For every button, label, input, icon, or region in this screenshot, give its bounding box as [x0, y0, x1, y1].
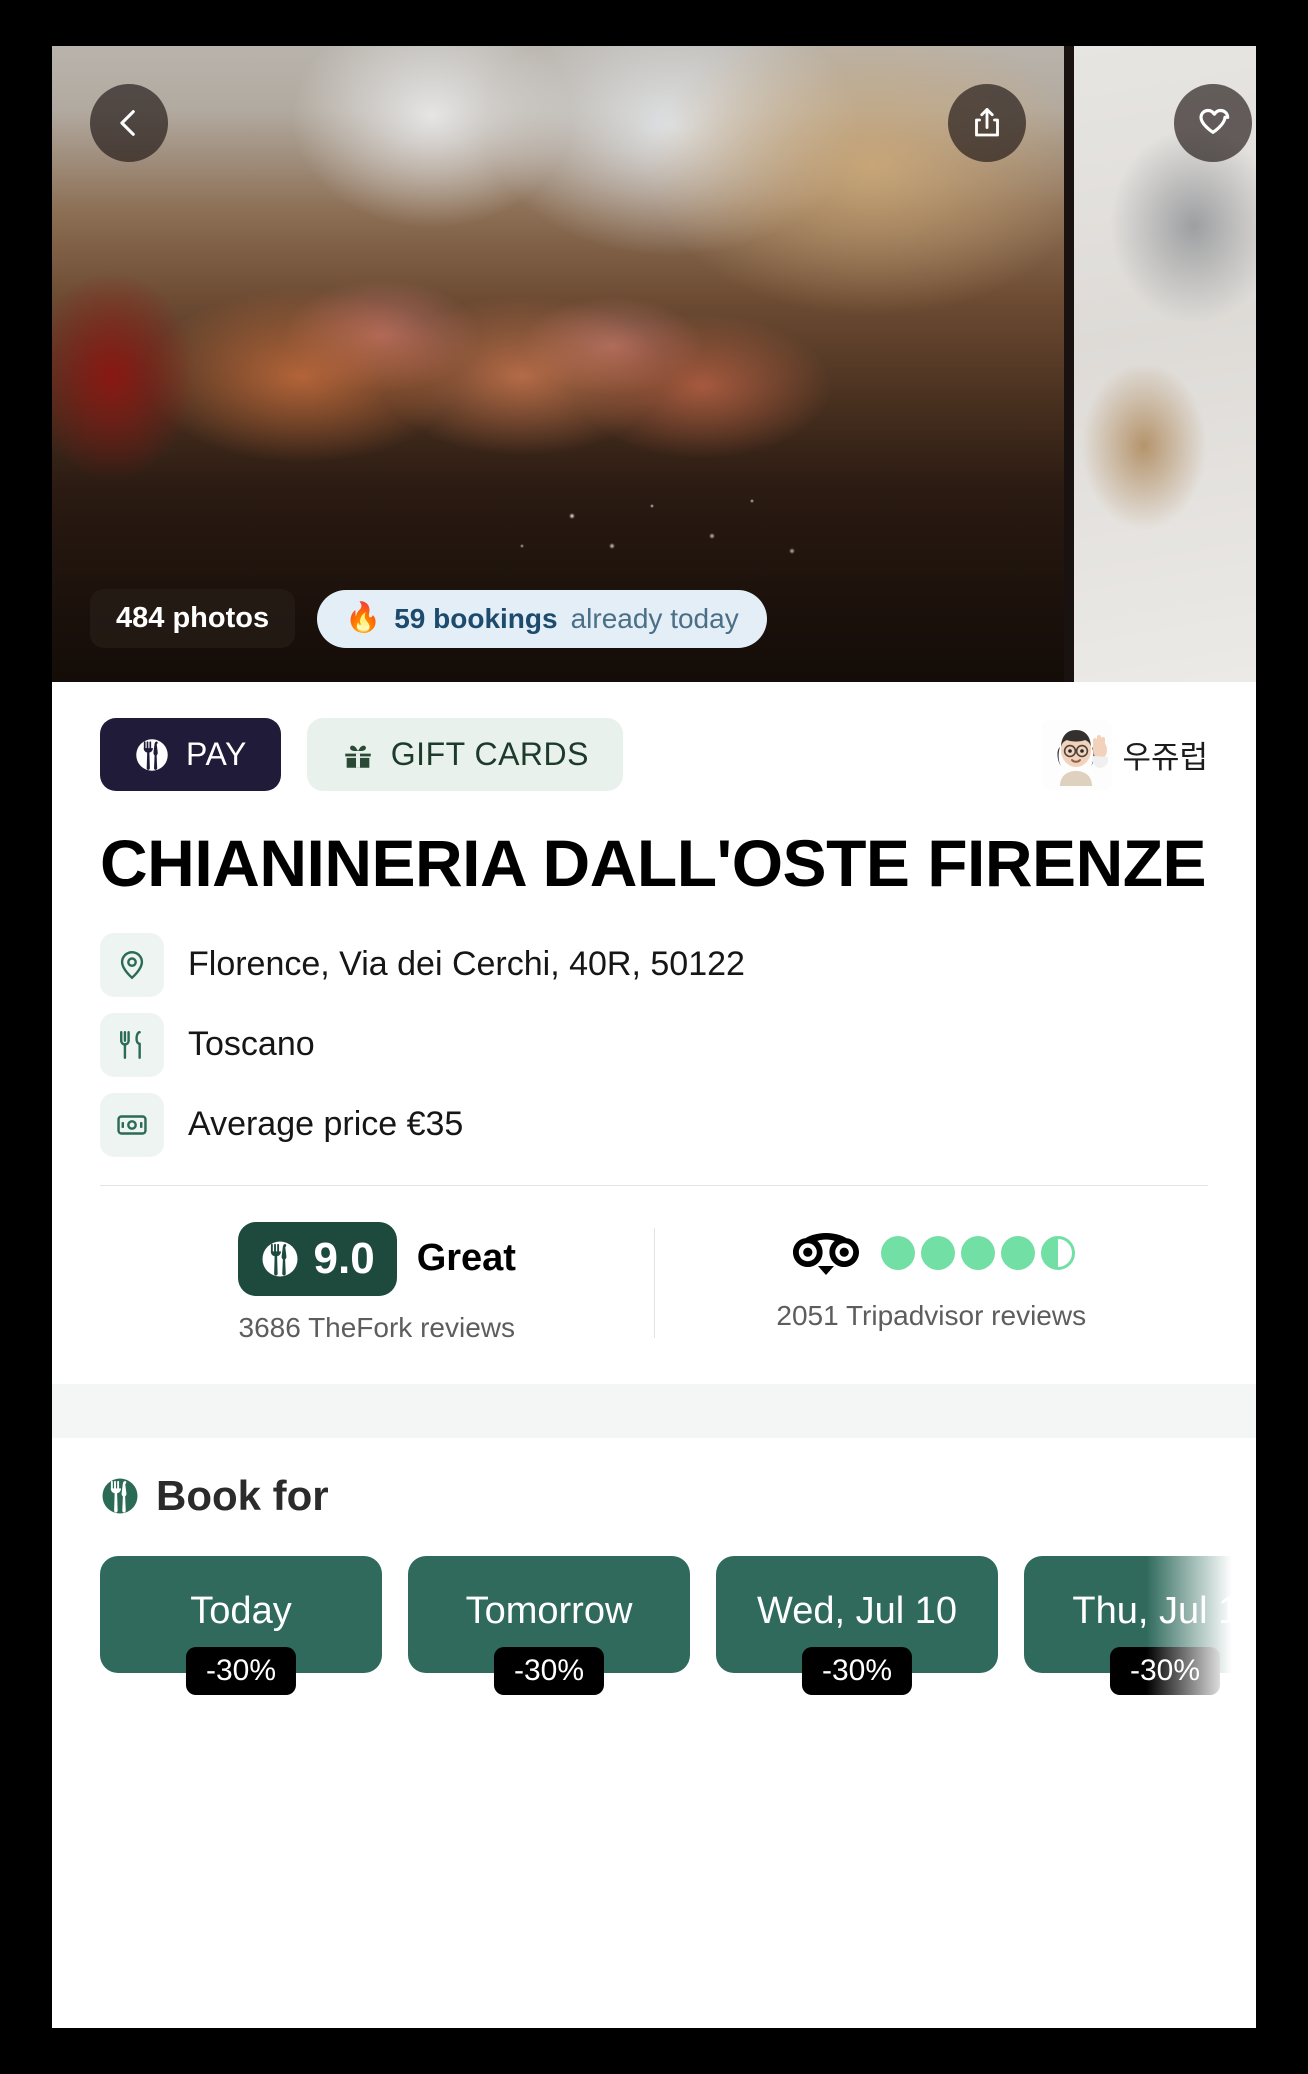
bubble-1 [881, 1235, 916, 1270]
pay-button-label: PAY [186, 736, 247, 772]
thefork-logo-icon [102, 1478, 138, 1514]
gift-cards-label: GIFT CARDS [390, 736, 589, 772]
fire-icon: 🔥 [345, 602, 382, 634]
hero-badges: 484 photos 🔥 59 bookings already today [90, 589, 767, 648]
bubble-4 [1001, 1235, 1036, 1270]
tripadvisor-score-row [787, 1222, 1076, 1284]
score-value: 9.0 [313, 1233, 375, 1283]
bookings-count: 59 bookings [394, 602, 558, 634]
page-title: CHIANINERIA DALL'OSTE FIRENZE [100, 826, 1207, 900]
cutlery-icon [100, 1012, 164, 1077]
bookings-today-badge: 🔥 59 bookings already today [317, 589, 767, 648]
photo-carousel[interactable]: 484 photos 🔥 59 bookings already today [52, 46, 1256, 682]
detail-body: PAY GIFT CARDS 우쥬럽 CHIANINERIA DALL'OSTE… [52, 682, 1256, 1703]
photo-count-badge[interactable]: 484 photos [90, 589, 296, 648]
booking-section: Book for Today -30% Tomorrow -30% Wed, J… [52, 1438, 1256, 1703]
chevron-left-icon [120, 110, 135, 136]
date-chip-discount: -30% [493, 1646, 605, 1695]
cuisine-text: Toscano [188, 1025, 315, 1064]
pay-button[interactable]: PAY [100, 718, 281, 791]
thefork-logo-icon [262, 1241, 298, 1277]
thefork-logo-icon [136, 738, 168, 771]
price-text: Average price €35 [188, 1105, 464, 1144]
date-chip-discount: -30% [1109, 1646, 1221, 1695]
memoji-avatar-icon [1042, 719, 1113, 790]
tripadvisor-review-count: 2051 Tripadvisor reviews [776, 1299, 1087, 1331]
info-row-address[interactable]: Florence, Via dei Cerchi, 40R, 50122 [100, 932, 1208, 997]
date-chip-label: Wed, Jul 10 [757, 1589, 957, 1632]
share-icon [975, 108, 999, 137]
date-chip-label: Thu, Jul 11 [1072, 1589, 1256, 1632]
date-chip-tomorrow[interactable]: Tomorrow -30% [408, 1555, 690, 1695]
gift-cards-button[interactable]: GIFT CARDS [306, 718, 623, 791]
book-for-label: Book for [156, 1471, 329, 1519]
date-chips-strip[interactable]: Today -30% Tomorrow -30% Wed, Jul 10 -30… [100, 1519, 1256, 1703]
thefork-rating[interactable]: 9.0 Great 3686 TheFork reviews [100, 1221, 654, 1344]
gift-icon [345, 745, 371, 768]
ratings-section: 9.0 Great 3686 TheFork reviews 2051 Trip… [52, 1186, 1256, 1384]
address-text: Florence, Via dei Cerchi, 40R, 50122 [188, 945, 745, 984]
app-frame: 484 photos 🔥 59 bookings already today P… [52, 46, 1256, 2028]
thefork-score-row: 9.0 Great [237, 1221, 516, 1296]
bookings-suffix: already today [570, 602, 739, 634]
bubble-5-half [1041, 1235, 1076, 1270]
heart-icon [1199, 108, 1230, 134]
bubble-2 [921, 1235, 956, 1270]
user-profile[interactable]: 우쥬럽 [1042, 719, 1208, 790]
carousel-slide-1[interactable] [52, 46, 1064, 682]
date-chip-discount: -30% [185, 1646, 297, 1695]
back-button[interactable] [90, 84, 168, 162]
date-chip-today[interactable]: Today -30% [100, 1555, 382, 1695]
date-chip-label: Tomorrow [465, 1589, 633, 1632]
score-pill: 9.0 [237, 1221, 397, 1296]
date-chip-wed[interactable]: Wed, Jul 10 -30% [716, 1555, 998, 1695]
info-row-price: Average price €35 [100, 1092, 1208, 1157]
user-name: 우쥬럽 [1122, 740, 1208, 775]
favorite-button[interactable] [1174, 84, 1252, 162]
book-for-heading: Book for [100, 1472, 1208, 1520]
section-gap [52, 1383, 1256, 1438]
location-pin-icon [100, 932, 164, 997]
date-chip-thu[interactable]: Thu, Jul 11 -30% [1024, 1555, 1256, 1695]
info-row-cuisine: Toscano [100, 1012, 1208, 1077]
tripadvisor-owl-icon [793, 1232, 860, 1275]
bubble-3 [961, 1235, 996, 1270]
tripadvisor-bubbles [881, 1235, 1076, 1270]
score-word: Great [416, 1237, 516, 1280]
avatar [1042, 719, 1113, 790]
thefork-review-count: 3686 TheFork reviews [238, 1311, 516, 1343]
restaurant-photo [52, 46, 1064, 682]
restaurant-info-list: Florence, Via dei Cerchi, 40R, 50122 Tos… [52, 903, 1256, 1157]
date-chip-discount: -30% [801, 1646, 913, 1695]
share-button[interactable] [948, 84, 1026, 162]
tripadvisor-rating[interactable]: 2051 Tripadvisor reviews [655, 1222, 1209, 1344]
quick-actions-row: PAY GIFT CARDS 우쥬럽 [52, 682, 1256, 791]
money-icon [100, 1092, 164, 1157]
date-chip-label: Today [190, 1589, 292, 1632]
